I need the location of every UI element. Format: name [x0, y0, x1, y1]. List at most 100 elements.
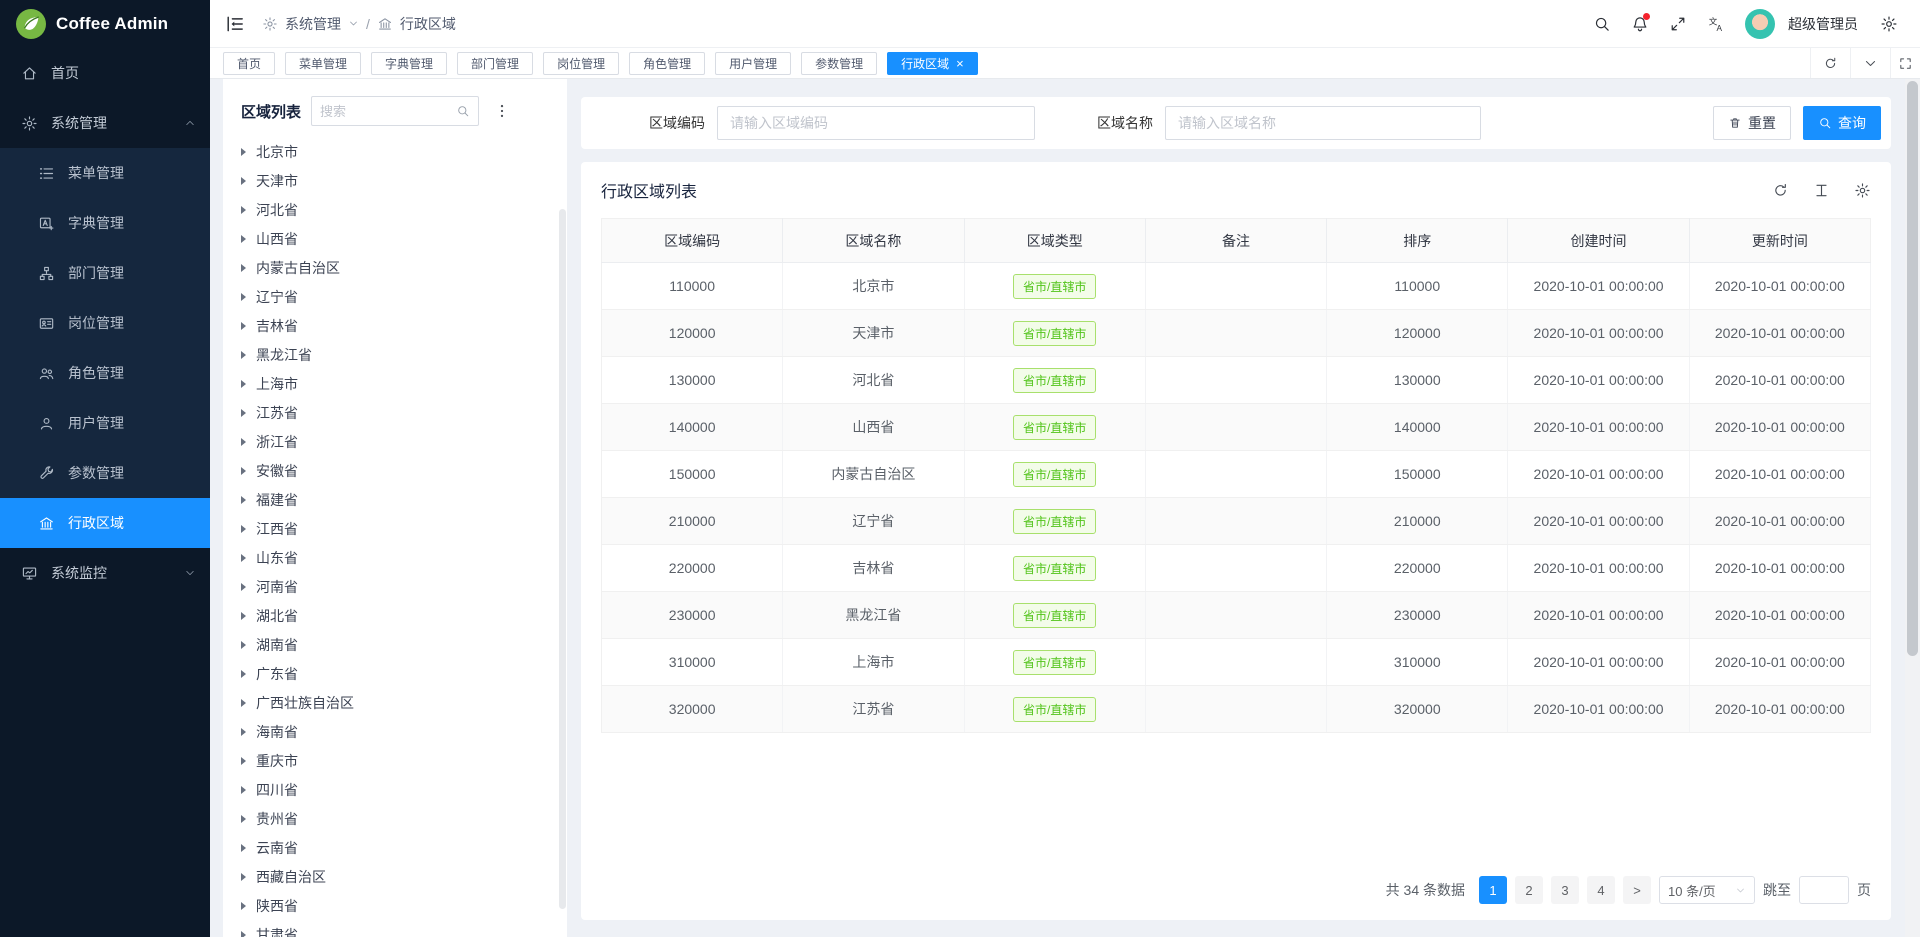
sidebar-item-label: 菜单管理: [68, 163, 124, 183]
tree-item[interactable]: 内蒙古自治区: [223, 253, 567, 282]
tree-item[interactable]: 山东省: [223, 543, 567, 572]
tree-item[interactable]: 四川省: [223, 775, 567, 804]
tree-item[interactable]: 吉林省: [223, 311, 567, 340]
breadcrumb-section[interactable]: 系统管理: [285, 14, 341, 34]
more-dots-icon[interactable]: [494, 103, 510, 119]
menu-fold-icon[interactable]: [224, 13, 246, 35]
translate-icon[interactable]: 文A: [1699, 7, 1733, 41]
tree-item[interactable]: 江西省: [223, 514, 567, 543]
cell-code: 110000: [602, 263, 783, 310]
bell-icon[interactable]: [1623, 7, 1657, 41]
chevron-down-icon[interactable]: [348, 18, 359, 29]
tab-item[interactable]: 角色管理: [629, 52, 705, 75]
region-code-input[interactable]: [717, 106, 1035, 140]
fullscreen-icon[interactable]: [1661, 7, 1695, 41]
tree-item[interactable]: 陕西省: [223, 891, 567, 920]
tree-item[interactable]: 上海市: [223, 369, 567, 398]
list-icon: [38, 165, 55, 182]
tree-item[interactable]: 湖北省: [223, 601, 567, 630]
tree-scrollbar-thumb[interactable]: [559, 209, 566, 909]
tab-item[interactable]: 用户管理: [715, 52, 791, 75]
tab-item[interactable]: 部门管理: [457, 52, 533, 75]
tree-item[interactable]: 重庆市: [223, 746, 567, 775]
close-icon[interactable]: ×: [956, 57, 964, 70]
tab-item[interactable]: 岗位管理: [543, 52, 619, 75]
column-header: 创建时间: [1508, 219, 1689, 263]
page-button[interactable]: 2: [1515, 876, 1543, 904]
tree-item[interactable]: 湖南省: [223, 630, 567, 659]
sidebar-item[interactable]: 部门管理: [0, 248, 210, 298]
cell-code: 230000: [602, 592, 783, 639]
cell-code: 140000: [602, 404, 783, 451]
tree-panel-title: 区域列表: [241, 101, 301, 122]
bank-icon: [377, 16, 393, 32]
chevron-down-icon[interactable]: [1850, 48, 1890, 78]
tab-item[interactable]: 参数管理: [801, 52, 877, 75]
sidebar-item[interactable]: 字典管理: [0, 198, 210, 248]
org-tree-icon: [38, 265, 55, 282]
tree-item[interactable]: 云南省: [223, 833, 567, 862]
page-button[interactable]: 4: [1587, 876, 1615, 904]
tree-item[interactable]: 广西壮族自治区: [223, 688, 567, 717]
tree-item[interactable]: 山西省: [223, 224, 567, 253]
line-height-icon[interactable]: [1813, 182, 1830, 199]
sidebar-item[interactable]: 用户管理: [0, 398, 210, 448]
tree-item[interactable]: 河北省: [223, 195, 567, 224]
search-icon[interactable]: [1585, 7, 1619, 41]
query-button[interactable]: 查询: [1803, 106, 1881, 140]
next-page-button[interactable]: >: [1623, 876, 1651, 904]
jump-page-input[interactable]: [1799, 876, 1849, 904]
maximize-icon[interactable]: [1890, 48, 1920, 78]
tab-item[interactable]: 菜单管理: [285, 52, 361, 75]
cell-sort: 230000: [1327, 592, 1508, 639]
user-name[interactable]: 超级管理员: [1788, 14, 1858, 34]
tree-item[interactable]: 辽宁省: [223, 282, 567, 311]
tree-item[interactable]: 广东省: [223, 659, 567, 688]
tree-item[interactable]: 西藏自治区: [223, 862, 567, 891]
sidebar-item[interactable]: 菜单管理: [0, 148, 210, 198]
tree-item[interactable]: 北京市: [223, 137, 567, 166]
tree-item[interactable]: 海南省: [223, 717, 567, 746]
page-scrollbar[interactable]: [1905, 79, 1920, 937]
brand-header[interactable]: Coffee Admin: [0, 0, 210, 48]
tree-item[interactable]: 河南省: [223, 572, 567, 601]
refresh-icon[interactable]: [1810, 48, 1850, 78]
page-scrollbar-thumb[interactable]: [1907, 81, 1918, 656]
tab-item[interactable]: 字典管理: [371, 52, 447, 75]
tree-item[interactable]: 甘肃省: [223, 920, 567, 937]
tree-item[interactable]: 黑龙江省: [223, 340, 567, 369]
reset-button[interactable]: 重置: [1713, 106, 1791, 140]
tab-item[interactable]: 行政区域×: [887, 52, 978, 75]
page-button[interactable]: 1: [1479, 876, 1507, 904]
cell-code: 130000: [602, 357, 783, 404]
user-icon: [38, 415, 55, 432]
sidebar-item[interactable]: 系统管理: [0, 98, 210, 148]
tree-item[interactable]: 贵州省: [223, 804, 567, 833]
tree-search-input[interactable]: [320, 104, 456, 119]
tree-item[interactable]: 浙江省: [223, 427, 567, 456]
page-size-value: 10 条/页: [1668, 881, 1716, 900]
cell-remark: [1145, 545, 1326, 592]
cell-sort: 320000: [1327, 686, 1508, 733]
sidebar-item[interactable]: 角色管理: [0, 348, 210, 398]
page-size-select[interactable]: 10 条/页: [1659, 876, 1755, 904]
gear-icon[interactable]: [1854, 182, 1871, 199]
page-button[interactable]: 3: [1551, 876, 1579, 904]
avatar[interactable]: [1745, 9, 1775, 39]
sidebar-item[interactable]: 系统监控: [0, 548, 210, 598]
sidebar-item[interactable]: 参数管理: [0, 448, 210, 498]
tab-item[interactable]: 首页: [223, 52, 275, 75]
sidebar-item[interactable]: 首页: [0, 48, 210, 98]
tree-item[interactable]: 福建省: [223, 485, 567, 514]
refresh-icon[interactable]: [1772, 182, 1789, 199]
region-name-input[interactable]: [1165, 106, 1481, 140]
tree-item[interactable]: 天津市: [223, 166, 567, 195]
sidebar-item[interactable]: 行政区域: [0, 498, 210, 548]
tab-label: 部门管理: [471, 55, 519, 72]
settings-gear-icon[interactable]: [1872, 7, 1906, 41]
id-card-icon: [38, 315, 55, 332]
sidebar-item[interactable]: 岗位管理: [0, 298, 210, 348]
tree-item[interactable]: 江苏省: [223, 398, 567, 427]
tree-item[interactable]: 安徽省: [223, 456, 567, 485]
search-icon[interactable]: [456, 104, 470, 118]
